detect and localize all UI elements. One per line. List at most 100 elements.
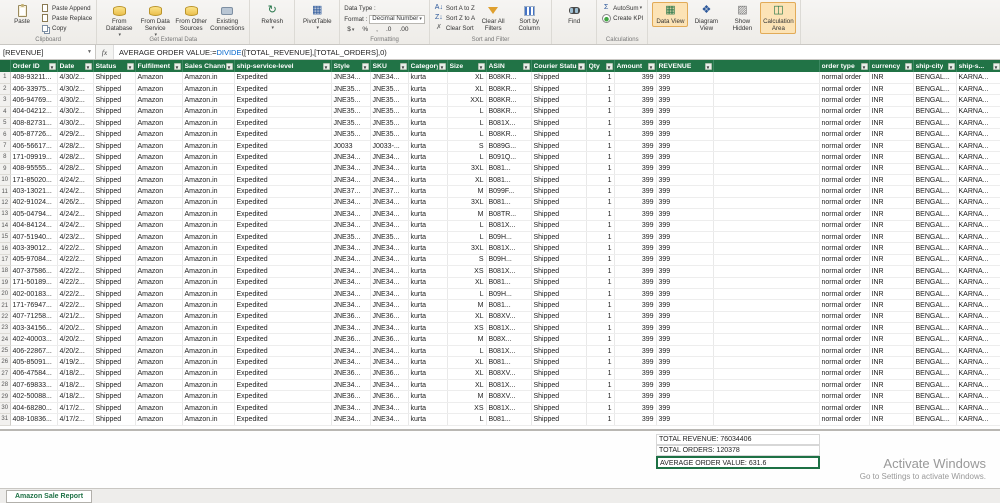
table-cell[interactable]: 399	[614, 83, 657, 96]
create-kpi-button[interactable]: Create KPI	[601, 13, 643, 23]
table-cell[interactable]: JNE34...	[331, 220, 371, 232]
format-dropdown[interactable]: Decimal Number ▾	[369, 14, 425, 24]
table-cell[interactable]: 399	[656, 220, 714, 232]
table-cell[interactable]: S	[447, 140, 487, 153]
table-cell[interactable]: JNE35...	[370, 231, 409, 244]
table-cell[interactable]: INR	[869, 345, 914, 358]
table-cell[interactable]: Expedited	[234, 322, 332, 335]
table-cell[interactable]: kurta	[408, 163, 448, 176]
table-cell[interactable]: KARNA...	[956, 185, 1000, 198]
row-number[interactable]: 28	[0, 379, 11, 392]
table-cell[interactable]: kurta	[408, 277, 448, 289]
table-cell[interactable]: 4/22/2...	[57, 242, 94, 255]
table-cell[interactable]: Shipped	[531, 288, 587, 301]
row-number[interactable]: 25	[0, 345, 11, 358]
filter-dropdown-icon[interactable]: ▼	[126, 62, 134, 70]
table-cell[interactable]	[713, 299, 820, 312]
filter-dropdown-icon[interactable]: ▼	[947, 62, 955, 70]
table-cell[interactable]: Amazon	[135, 151, 183, 164]
table-cell[interactable]: JNE34...	[370, 72, 409, 84]
table-cell[interactable]: BENGAL...	[913, 197, 957, 210]
table-cell[interactable]: JNE35...	[331, 117, 371, 130]
table-cell[interactable]: JNE37...	[331, 185, 371, 198]
table-cell[interactable]: Amazon	[135, 402, 183, 415]
filter-dropdown-icon[interactable]: ▼	[361, 62, 369, 70]
table-cell[interactable]: JNE34...	[331, 288, 371, 301]
table-cell[interactable]: 402-40003...	[10, 333, 58, 346]
table-cell[interactable]: normal order	[819, 277, 870, 289]
table-cell[interactable]: KARNA...	[956, 140, 1000, 153]
table-cell[interactable]: kurta	[408, 208, 448, 221]
table-cell[interactable]: 407-37586...	[10, 265, 58, 278]
filter-dropdown-icon[interactable]: ▼	[704, 62, 712, 70]
table-cell[interactable]: JNE34...	[370, 254, 409, 267]
table-cell[interactable]: kurta	[408, 379, 448, 392]
table-cell[interactable]: normal order	[819, 128, 870, 141]
table-cell[interactable]: Amazon.in	[182, 333, 235, 346]
table-cell[interactable]	[713, 163, 820, 176]
table-cell[interactable]	[713, 197, 820, 210]
table-cell[interactable]: 399	[614, 402, 657, 415]
table-cell[interactable]: 4/28/2...	[57, 163, 94, 176]
table-cell[interactable]: Expedited	[234, 379, 332, 392]
table-cell[interactable]: JNE36...	[331, 311, 371, 324]
table-cell[interactable]: Shipped	[93, 368, 136, 381]
table-cell[interactable]: Shipped	[531, 368, 587, 381]
table-cell[interactable]: Shipped	[93, 94, 136, 107]
table-cell[interactable]: JNE34...	[331, 299, 371, 312]
table-cell[interactable]: B081X...	[486, 117, 532, 130]
table-cell[interactable]: INR	[869, 402, 914, 415]
table-cell[interactable]: JNE35...	[370, 128, 409, 141]
table-cell[interactable]: normal order	[819, 345, 870, 358]
table-cell[interactable]: B081...	[486, 174, 532, 187]
table-cell[interactable]: 1	[586, 83, 615, 96]
filter-dropdown-icon[interactable]: ▼	[605, 62, 613, 70]
table-cell[interactable]: KARNA...	[956, 242, 1000, 255]
table-cell[interactable]: B099F...	[486, 185, 532, 198]
table-cell[interactable]: kurta	[408, 311, 448, 324]
table-cell[interactable]: Shipped	[531, 254, 587, 267]
filter-dropdown-icon[interactable]: ▼	[438, 62, 446, 70]
table-cell[interactable]: B081X...	[486, 220, 532, 232]
table-cell[interactable]: normal order	[819, 379, 870, 392]
column-header-currency[interactable]: currency ▼	[869, 60, 914, 72]
table-cell[interactable]: XL	[447, 277, 487, 289]
table-cell[interactable]: INR	[869, 277, 914, 289]
table-cell[interactable]: 406-22867...	[10, 345, 58, 358]
table-cell[interactable]: normal order	[819, 254, 870, 267]
table-cell[interactable]: Shipped	[93, 379, 136, 392]
column-header-qty[interactable]: Qty ▼	[586, 60, 615, 72]
table-cell[interactable]: 405-97084...	[10, 254, 58, 267]
table-cell[interactable]: 4/24/2...	[57, 220, 94, 232]
table-cell[interactable]: 399	[614, 231, 657, 244]
table-cell[interactable]: 4/18/2...	[57, 379, 94, 392]
table-cell[interactable]: Expedited	[234, 72, 332, 84]
table-cell[interactable]: 399	[614, 299, 657, 312]
table-cell[interactable]: kurta	[408, 83, 448, 96]
table-cell[interactable]: 404-84124...	[10, 220, 58, 232]
table-cell[interactable]: 399	[614, 106, 657, 119]
row-number[interactable]: 31	[0, 413, 11, 426]
table-cell[interactable]	[713, 208, 820, 221]
table-cell[interactable]: INR	[869, 356, 914, 369]
table-cell[interactable]: Shipped	[93, 72, 136, 84]
table-cell[interactable]: KARNA...	[956, 106, 1000, 119]
table-cell[interactable]: normal order	[819, 163, 870, 176]
table-cell[interactable]: normal order	[819, 117, 870, 130]
table-cell[interactable]: JNE36...	[370, 390, 409, 403]
table-cell[interactable]: Shipped	[93, 174, 136, 187]
name-box-dropdown-icon[interactable]: ▼	[87, 49, 92, 55]
table-cell[interactable]: Amazon.in	[182, 208, 235, 221]
column-header-style[interactable]: Style ▼	[331, 60, 371, 72]
table-cell[interactable]: BENGAL...	[913, 277, 957, 289]
table-cell[interactable]: INR	[869, 163, 914, 176]
table-cell[interactable]: 399	[656, 333, 714, 346]
table-cell[interactable]: KARNA...	[956, 288, 1000, 301]
column-header-add-column[interactable]	[713, 60, 820, 72]
table-cell[interactable]: Amazon	[135, 345, 183, 358]
table-cell[interactable]: Amazon	[135, 117, 183, 130]
table-cell[interactable]: Amazon	[135, 299, 183, 312]
table-cell[interactable]: INR	[869, 299, 914, 312]
table-cell[interactable]: JNE34...	[331, 72, 371, 84]
table-cell[interactable]: Amazon	[135, 163, 183, 176]
